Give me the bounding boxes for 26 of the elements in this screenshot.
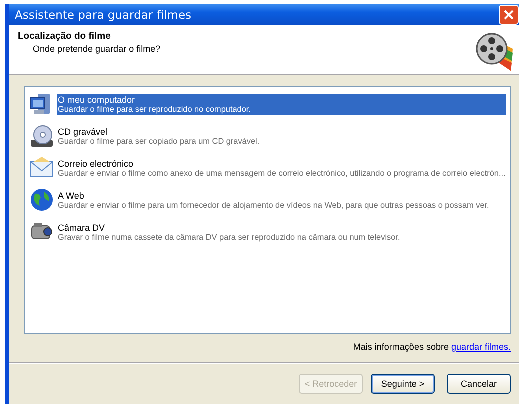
option-description: Guardar o filme para ser copiado para um CD gravável.	[58, 136, 261, 146]
window-title: Assistente para guardar filmes	[15, 8, 192, 22]
cd-drive-icon	[29, 123, 55, 149]
close-button[interactable]	[499, 4, 519, 24]
option-description: Guardar e enviar o filme como anexo de uma mensagem de correio electrónico, utilizando o programa de correio electrón...	[58, 168, 506, 178]
destination-option[interactable]: Correio electrónico Guardar e enviar o filme como anexo de uma mensagem de correio electrónico, utilizando o programa de correio electrón...	[29, 155, 506, 181]
more-info-link[interactable]: guardar filmes.	[451, 342, 511, 352]
destination-option[interactable]: CD gravável Guardar o filme para ser copiado para um CD gravável.	[29, 123, 506, 149]
option-title: A Web	[58, 190, 86, 200]
page-subtitle: Onde pretende guardar o filme?	[32, 44, 161, 54]
option-title: CD gravável	[58, 126, 109, 136]
option-description: Gravar o filme numa cassete da câmara DV para ser reproduzido na câmara ou num televisor.	[58, 232, 402, 242]
option-title: Correio electrónico	[58, 158, 135, 168]
film-reel-icon	[475, 31, 515, 73]
close-icon	[503, 8, 515, 20]
more-info-text: Mais informações sobre	[353, 342, 450, 352]
destination-option[interactable]: A Web Guardar e enviar o filme para um fornecedor de alojamento de vídeos na Web, para que outras pessoas o possam ver.	[29, 187, 506, 213]
wizard-button[interactable]: Seguinte >	[371, 374, 435, 394]
globe-icon	[29, 187, 55, 213]
wizard-button[interactable]: Cancelar	[447, 374, 511, 394]
option-title: Câmara DV	[58, 222, 106, 232]
option-description: Guardar o filme para ser reproduzido no computador.	[58, 104, 252, 114]
destination-option[interactable]: Câmara DV Gravar o filme numa cassete da câmara DV para ser reproduzido na câmara ou num televisor.	[29, 219, 506, 245]
option-description: Guardar e enviar o filme para um fornecedor de alojamento de vídeos na Web, para que outras pessoas o possam ver.	[58, 200, 490, 210]
page-title: Localização do filme	[18, 31, 112, 42]
option-title: O meu computador	[58, 94, 136, 104]
